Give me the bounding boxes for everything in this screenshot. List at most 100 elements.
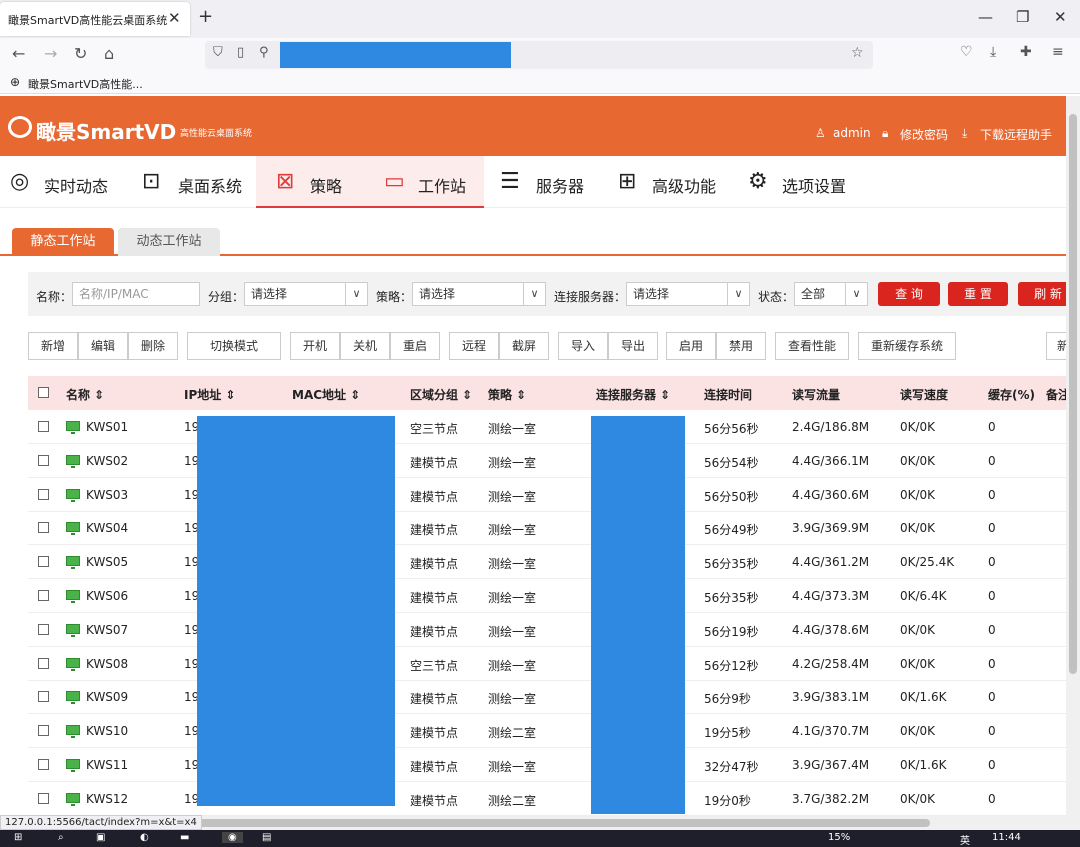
col-name[interactable]: 名称 ⇕ (66, 386, 104, 403)
windows-icon[interactable]: ⊞ (14, 832, 22, 843)
add-button[interactable]: 新增 (28, 332, 78, 360)
table-row[interactable]: KWS06 19 建模节点 测绘一室 56分35秒 4.4G/373.3M 0K/6.4K 0 (28, 579, 1066, 613)
table-row[interactable]: KWS12 19 建模节点 测绘二室 19分0秒 3.7G/382.2M 0K/0K 0 (28, 782, 1066, 816)
view-performance-button[interactable]: 查看性能 (775, 332, 849, 360)
name-input[interactable]: 名称/IP/MAC (72, 282, 200, 306)
browser-tab[interactable]: 瞰景SmartVD高性能云桌面系统 ✕ (0, 2, 190, 36)
state-select[interactable]: 全部 ∨ (794, 282, 868, 306)
bookmark-item[interactable]: 瞰景SmartVD高性能... (28, 76, 143, 92)
nav-policy[interactable]: ⊠ 策略 (256, 156, 364, 208)
enable-button[interactable]: 启用 (666, 332, 716, 360)
query-button[interactable]: 查 询 (878, 282, 940, 306)
forward-icon[interactable]: → (44, 44, 57, 63)
table-row[interactable]: KWS04 19 建模节点 测绘一室 56分49秒 3.9G/369.9M 0K/0K 0 (28, 511, 1066, 546)
col-server[interactable]: 连接服务器 ⇕ (596, 386, 670, 403)
row-checkbox[interactable] (38, 522, 49, 534)
reload-icon[interactable]: ↻ (74, 44, 87, 63)
download-helper-link[interactable]: 下载远程助手 (980, 126, 1052, 143)
download-icon[interactable]: ⤓ (990, 44, 996, 60)
col-policy[interactable]: 策略 ⇕ (488, 386, 526, 403)
row-checkbox[interactable] (38, 488, 49, 500)
workstation-icon: ▭ (384, 169, 405, 194)
policy-select[interactable]: 请选择 ∨ (412, 282, 546, 306)
power-on-button[interactable]: 开机 (290, 332, 340, 360)
permissions-icon[interactable]: ⚲ (259, 45, 269, 60)
group-select[interactable]: 请选择 ∨ (244, 282, 368, 306)
switch-mode-button[interactable]: 切换模式 (187, 332, 281, 360)
tab-static-workstation[interactable]: 静态工作站 (12, 228, 114, 256)
table-row[interactable]: KWS10 19 建模节点 测绘二室 19分5秒 4.1G/370.7M 0K/0K 0 (28, 714, 1066, 749)
restart-button[interactable]: 重启 (390, 332, 440, 360)
table-row[interactable]: KWS02 19 建模节点 测绘一室 56分54秒 4.4G/366.1M 0K/0K 0 (28, 444, 1066, 478)
extension-icon[interactable]: ✚ (1020, 44, 1032, 60)
power-off-button[interactable]: 关机 (340, 332, 390, 360)
search-icon[interactable]: ⌕ (58, 832, 64, 843)
clock[interactable]: 11:44 (992, 832, 1021, 843)
menu-icon[interactable]: ≡ (1052, 44, 1064, 60)
col-group[interactable]: 区域分组 ⇕ (410, 386, 472, 403)
pocket-icon[interactable]: ♡ (960, 44, 973, 60)
table-row[interactable]: KWS11 19 建模节点 测绘一室 32分47秒 3.9G/367.4M 0K/1.6K 0 (28, 748, 1066, 782)
delete-button[interactable]: 删除 (128, 332, 178, 360)
nav-options[interactable]: ⚙ 选项设置 (748, 156, 858, 208)
change-password-link[interactable]: 修改密码 (900, 126, 948, 143)
new-tab-button[interactable]: + (198, 6, 213, 27)
shield-icon[interactable]: ⛉ (213, 45, 223, 60)
home-icon[interactable]: ⌂ (104, 44, 114, 63)
screenshot-button[interactable]: 截屏 (499, 332, 549, 360)
page-icon[interactable]: ▯ (237, 45, 244, 60)
row-checkbox[interactable] (38, 590, 49, 601)
firefox-icon[interactable]: ◉ (222, 832, 243, 843)
minimize-icon[interactable]: — (978, 8, 993, 26)
nav-workstation[interactable]: ▭ 工作站 (364, 156, 484, 208)
row-checkbox[interactable] (38, 556, 49, 568)
scroll-thumb[interactable] (190, 819, 930, 827)
address-bar[interactable]: ⛉ ▯ ⚲ ☆ (205, 41, 873, 69)
nav-realtime[interactable]: ◎ 实时动态 (10, 156, 120, 208)
table-row[interactable]: KWS01 19 空三节点 测绘一室 56分56秒 2.4G/186.8M 0K/0K 0 (28, 410, 1066, 444)
explorer-icon[interactable]: ▬ (180, 832, 189, 843)
nav-advanced[interactable]: ⊞ 高级功能 (618, 156, 728, 208)
row-checkbox[interactable] (38, 792, 49, 804)
row-checkbox[interactable] (38, 725, 49, 737)
table-row[interactable]: KWS05 19 建模节点 测绘一室 56分35秒 4.4G/361.2M 0K/25.4K… (28, 545, 1066, 580)
disable-button[interactable]: 禁用 (716, 332, 766, 360)
reset-button[interactable]: 重 置 (948, 282, 1008, 306)
vertical-scrollbar[interactable] (1066, 96, 1080, 816)
row-checkbox[interactable] (38, 691, 49, 703)
edge-icon[interactable]: ◐ (140, 832, 149, 843)
remote-button[interactable]: 远程 (449, 332, 499, 360)
table-row[interactable]: KWS03 19 建模节点 测绘一室 56分50秒 4.4G/360.6M 0K/0K 0 (28, 478, 1066, 512)
star-icon[interactable]: ☆ (851, 45, 864, 61)
nav-server[interactable]: ☰ 服务器 (500, 156, 596, 208)
table-row[interactable]: KWS08 19 空三节点 测绘一室 56分12秒 4.2G/258.4M 0K/0K 0 (28, 647, 1066, 681)
close-icon[interactable]: ✕ (168, 9, 181, 27)
select-all-checkbox[interactable] (38, 387, 49, 398)
app-icon[interactable]: ▤ (262, 832, 271, 843)
row-checkbox[interactable] (38, 454, 49, 466)
nav-desktop-system[interactable]: ⊡ 桌面系统 (142, 156, 252, 208)
export-button[interactable]: 导出 (608, 332, 658, 360)
server-select[interactable]: 请选择 ∨ (626, 282, 750, 306)
row-checkbox[interactable] (38, 421, 49, 432)
table-row[interactable]: KWS07 19 建模节点 测绘一室 56分19秒 4.4G/378.6M 0K/0K 0 (28, 613, 1066, 647)
scroll-thumb[interactable] (1069, 114, 1077, 674)
tab-dynamic-workstation[interactable]: 动态工作站 (118, 228, 220, 256)
user-name[interactable]: admin (833, 126, 871, 140)
import-button[interactable]: 导入 (558, 332, 608, 360)
workstation-online-icon (66, 725, 80, 739)
back-icon[interactable]: ← (12, 44, 25, 63)
task-view-icon[interactable]: ▣ (96, 832, 105, 843)
input-language[interactable]: 英 (960, 832, 970, 847)
row-checkbox[interactable] (38, 657, 49, 669)
edit-button[interactable]: 编辑 (78, 332, 128, 360)
nav-label: 高级功能 (652, 177, 717, 196)
col-ip[interactable]: IP地址 ⇕ (184, 386, 236, 403)
recache-system-button[interactable]: 重新缓存系统 (858, 332, 956, 360)
table-row[interactable]: KWS09 19 建模节点 测绘一室 56分9秒 3.9G/383.1M 0K/1.6K 0 (28, 680, 1066, 715)
row-checkbox[interactable] (38, 623, 49, 635)
window-close-icon[interactable]: ✕ (1054, 8, 1067, 26)
row-checkbox[interactable] (38, 759, 49, 770)
restore-icon[interactable]: ❐ (1016, 8, 1029, 26)
col-mac[interactable]: MAC地址 ⇕ (292, 386, 360, 403)
